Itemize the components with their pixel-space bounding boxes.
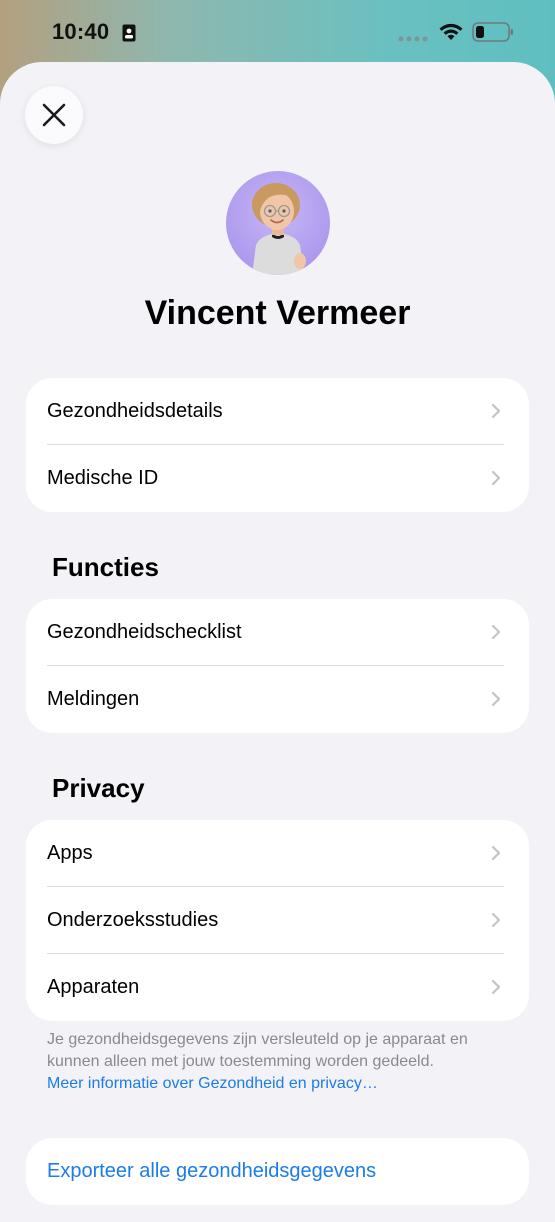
battery-icon (472, 22, 513, 42)
chevron-right-icon (491, 845, 501, 861)
row-health-details[interactable]: Gezondheidsdetails (26, 378, 529, 445)
chevron-right-icon (491, 691, 501, 707)
status-time: 10:40 (52, 19, 110, 44)
memoji-avatar-image (252, 183, 306, 275)
row-label: Apps (47, 842, 93, 864)
row-devices[interactable]: Apparaten (26, 954, 529, 1021)
close-button[interactable] (25, 86, 83, 144)
chevron-right-icon (491, 403, 501, 419)
chevron-right-icon (491, 470, 501, 486)
row-label: Medische ID (47, 467, 159, 489)
export-all-health-data-button[interactable]: Exporteer alle gezondheidsgegevens (26, 1138, 529, 1205)
account-sheet: Vincent Vermeer Gezondheidsdetails Medis… (0, 62, 555, 1222)
chevron-right-icon (491, 912, 501, 928)
row-health-checklist[interactable]: Gezondheidschecklist (26, 599, 529, 666)
signal-dots-icon (398, 36, 428, 42)
row-research-studies[interactable]: Onderzoeksstudies (26, 887, 529, 954)
status-bar: 10:40 (0, 0, 555, 62)
id-badge-icon (122, 24, 136, 42)
row-label: Apparaten (47, 976, 140, 998)
chevron-right-icon (491, 624, 501, 640)
health-details-card: Gezondheidsdetails Medische ID (26, 378, 529, 512)
section-title-functions: Functies (52, 552, 159, 582)
row-label: Onderzoeksstudies (47, 909, 219, 931)
wifi-icon (439, 23, 463, 40)
row-label: Meldingen (47, 688, 140, 710)
row-medical-id[interactable]: Medische ID (26, 445, 529, 512)
row-notifications[interactable]: Meldingen (26, 666, 529, 733)
row-apps[interactable]: Apps (26, 820, 529, 887)
close-icon (42, 103, 66, 127)
profile-name: Vincent Vermeer (144, 294, 411, 332)
privacy-footnote-text: Je gezondheidsgegevens zijn versleuteld … (47, 1031, 468, 1070)
avatar[interactable] (226, 171, 330, 275)
export-label: Exporteer alle gezondheidsgegevens (47, 1160, 377, 1182)
chevron-right-icon (491, 979, 501, 995)
row-label: Gezondheidsdetails (47, 400, 223, 422)
functions-card: Gezondheidschecklist Meldingen (26, 599, 529, 733)
privacy-info-link[interactable]: Meer informatie over Gezondheid en priva… (47, 1075, 378, 1092)
export-card: Exporteer alle gezondheidsgegevens (26, 1138, 529, 1205)
row-label: Gezondheidschecklist (47, 621, 242, 643)
section-title-privacy: Privacy (52, 773, 145, 803)
privacy-footnote: Je gezondheidsgegevens zijn versleuteld … (47, 1029, 517, 1095)
privacy-card: Apps Onderzoeksstudies Apparaten (26, 820, 529, 1021)
